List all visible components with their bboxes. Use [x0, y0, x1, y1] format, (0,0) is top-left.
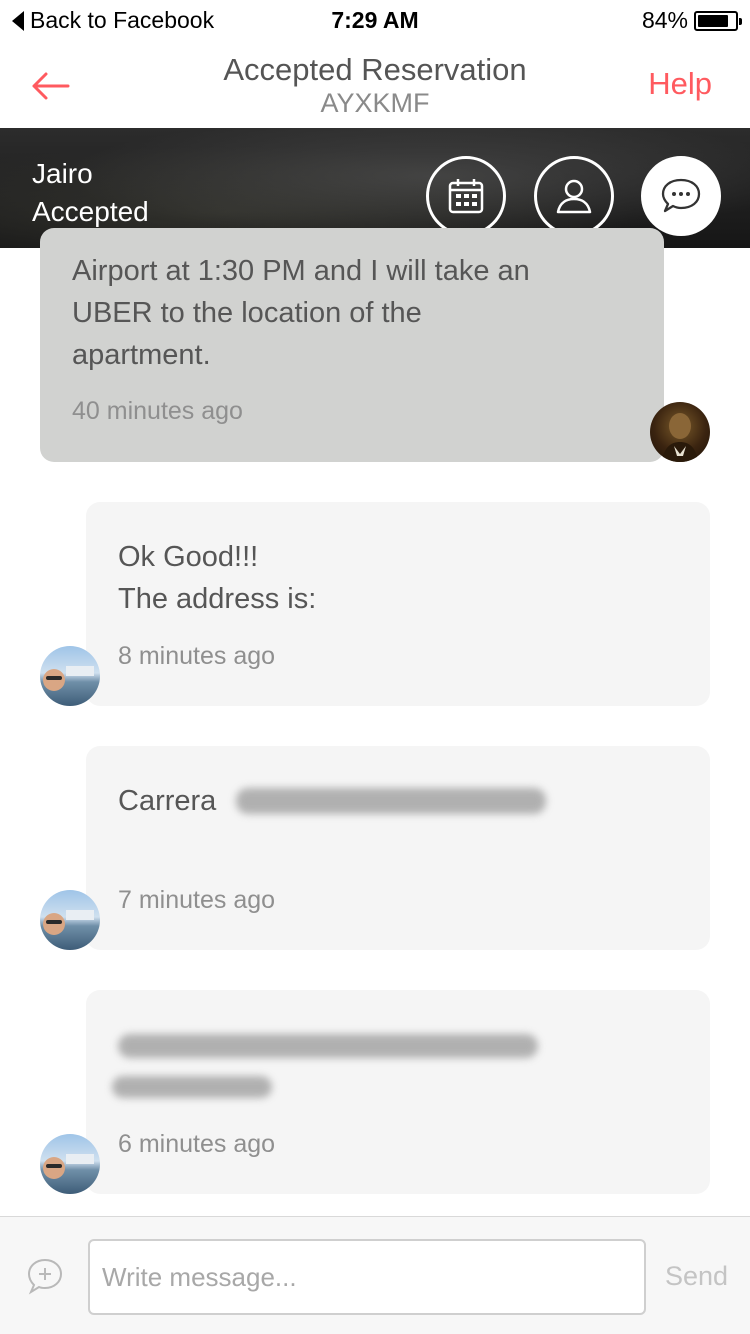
chat-icon: [661, 178, 701, 213]
calendar-button[interactable]: [426, 156, 506, 236]
status-time: 7:29 AM: [331, 7, 419, 33]
guest-message-bubble: 6 minutes ago: [86, 990, 710, 1194]
message-line: Ok Good!!!: [118, 541, 259, 573]
guest-name: Jairo: [32, 158, 93, 189]
guest-message-bubble: Carrera 7 minutes ago: [86, 746, 710, 950]
host-message-bubble: Airport at 1:30 PM and I will take an UB…: [40, 228, 664, 462]
message-line: Airport at 1:30 PM and I will take an: [72, 255, 530, 287]
message-line: apartment.: [72, 339, 211, 371]
message-timestamp: 40 minutes ago: [72, 397, 243, 425]
battery-nub: [739, 17, 742, 25]
page-title: Accepted Reservation: [223, 52, 527, 87]
message-text: Airport at 1:30 PM and I will take an UB…: [72, 250, 530, 376]
message-line: Carrera: [118, 785, 217, 817]
status-bar: Back to Facebook 7:29 AM 84%: [0, 0, 750, 40]
add-attachment-icon[interactable]: [26, 1257, 64, 1295]
reservation-status: Accepted: [32, 196, 149, 227]
battery-indicator: 84%: [641, 7, 742, 34]
calendar-icon: [448, 179, 484, 214]
battery-icon: [694, 10, 742, 31]
guest-avatar[interactable]: [40, 646, 100, 706]
send-button[interactable]: Send: [665, 1261, 728, 1292]
chat-button[interactable]: [641, 156, 721, 236]
message-text: Carrera: [118, 780, 216, 822]
help-button[interactable]: Help: [648, 66, 712, 102]
redacted-text: [236, 788, 546, 814]
guest-avatar[interactable]: [40, 1134, 100, 1194]
message-timestamp: 8 minutes ago: [118, 642, 276, 670]
guest-avatar[interactable]: [40, 890, 100, 950]
message-timestamp: 6 minutes ago: [118, 1130, 276, 1158]
profile-icon: [556, 179, 592, 214]
guest-face-graphic: [43, 666, 94, 691]
guest-face-graphic: [43, 910, 94, 935]
guest-message-bubble: Ok Good!!! The address is: 8 minutes ago: [86, 502, 710, 706]
host-face-graphic: [662, 413, 698, 462]
profile-button[interactable]: [534, 156, 614, 236]
nav-bar: Accepted Reservation AYXKMF Help: [0, 40, 750, 128]
host-avatar[interactable]: [650, 402, 710, 462]
message-input[interactable]: [88, 1239, 646, 1315]
message-text: Ok Good!!! The address is:: [118, 536, 316, 620]
battery-fill: [698, 14, 729, 27]
redacted-text: [118, 1034, 538, 1058]
message-timestamp: 7 minutes ago: [118, 886, 276, 914]
reservation-code: AYXKMF: [320, 88, 430, 118]
battery-percent: 84%: [641, 7, 688, 33]
message-line: UBER to the location of the: [72, 297, 422, 329]
redacted-text: [112, 1076, 272, 1098]
guest-face-graphic: [43, 1154, 94, 1179]
message-line: The address is:: [118, 583, 317, 615]
message-composer: Send: [0, 1216, 750, 1334]
